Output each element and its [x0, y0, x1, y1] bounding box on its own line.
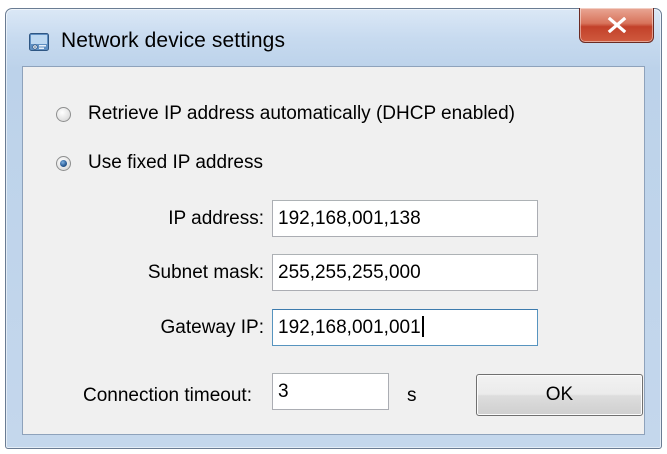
ip-address-label: IP address:	[168, 208, 264, 229]
subnet-mask-label: Subnet mask:	[147, 262, 264, 283]
timeout-unit-label: s	[407, 385, 417, 406]
connection-timeout-input[interactable]: 3	[272, 373, 389, 410]
radio-dhcp-label[interactable]: Retrieve IP address automatically (DHCP …	[88, 103, 515, 125]
ip-address-input[interactable]: 192,168,001,138	[272, 200, 538, 237]
radio-dhcp-button[interactable]	[56, 106, 71, 122]
close-icon	[607, 17, 627, 33]
radio-dhcp[interactable]: Retrieve IP address automatically (DHCP …	[56, 103, 515, 125]
dialog-content: Retrieve IP address automatically (DHCP …	[22, 66, 645, 435]
gateway-ip-value: 192,168,001,001	[278, 317, 421, 338]
connection-timeout-label: Connection timeout:	[83, 385, 252, 406]
gateway-ip-label: Gateway IP:	[160, 317, 265, 338]
radio-fixed-ip-label[interactable]: Use fixed IP address	[88, 152, 263, 174]
text-caret	[421, 315, 424, 337]
title-bar[interactable]: Network device settings	[6, 8, 661, 65]
ip-address-value: 192,168,001,138	[278, 208, 421, 229]
subnet-mask-input[interactable]: 255,255,255,000	[272, 254, 538, 291]
connection-timeout-value: 3	[278, 381, 289, 402]
ok-button[interactable]: OK	[476, 374, 643, 416]
dialog-window: Network device settings Retrieve IP addr…	[5, 8, 662, 449]
close-button[interactable]	[579, 8, 654, 43]
network-settings-icon	[29, 33, 49, 51]
radio-fixed-ip-button[interactable]	[56, 155, 71, 171]
subnet-mask-value: 255,255,255,000	[278, 262, 421, 283]
gateway-ip-input[interactable]: 192,168,001,001	[272, 309, 538, 346]
window-title: Network device settings	[61, 29, 286, 52]
radio-fixed-ip[interactable]: Use fixed IP address	[56, 152, 263, 174]
